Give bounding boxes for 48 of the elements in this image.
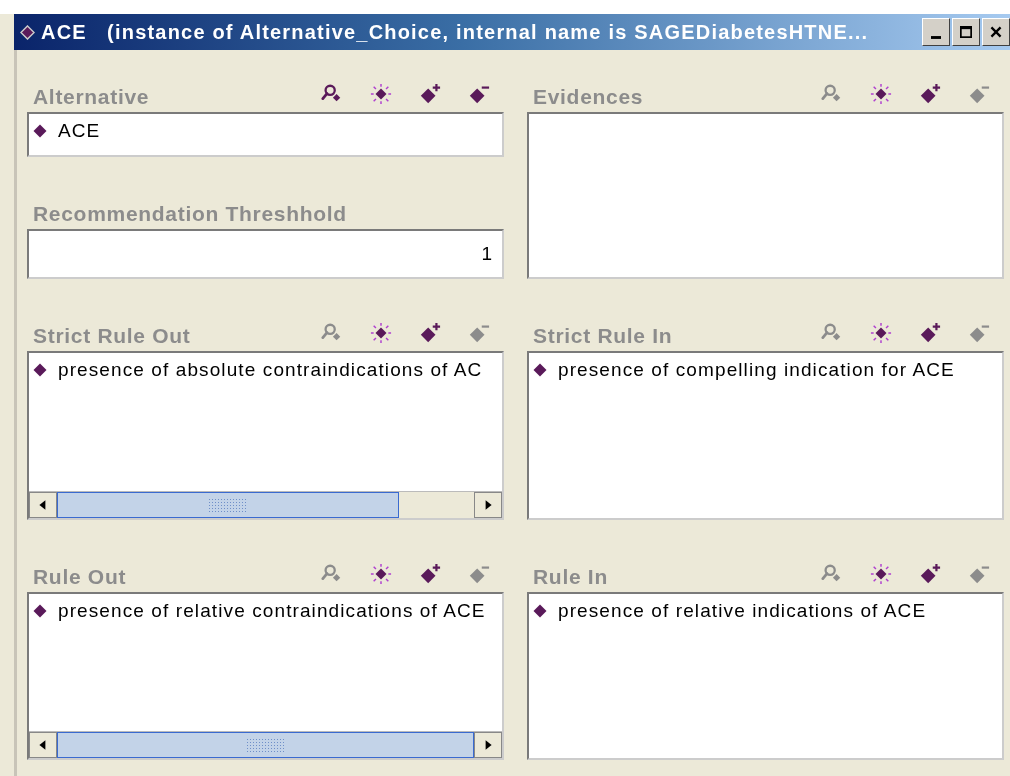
list-item[interactable]: presence of relative contraindications of ACE [58,600,486,622]
close-icon [988,24,1004,40]
diamond-icon [33,363,47,377]
field-label: Evidences [532,85,644,109]
horizontal-scrollbar[interactable] [29,731,502,758]
diamond-icon [533,604,547,618]
add-icon[interactable] [919,563,941,585]
maximize-icon [958,24,974,40]
scroll-thumb[interactable] [57,732,474,758]
minimize-icon [931,35,941,39]
view-icon[interactable] [870,83,892,105]
view-icon[interactable] [370,563,392,585]
field-label: Rule Out [32,565,127,589]
view-icon[interactable] [870,322,892,344]
window-title: ACE (instance of Alternative_Choice, internal name is SAGEDiabetesHTNE... [41,20,870,44]
field-label: Rule In [532,565,608,589]
value-list[interactable]: presence of relative contraindications of ACE [27,592,504,760]
add-icon[interactable] [919,322,941,344]
field-label: Strict Rule Out [32,324,191,348]
add-icon[interactable] [419,563,441,585]
view-icon[interactable] [370,83,392,105]
add-icon[interactable] [419,322,441,344]
list-item[interactable]: presence of compelling indication for ACE [558,359,955,381]
diamond-icon [533,363,547,377]
close-button[interactable] [982,18,1010,46]
minimize-button[interactable] [922,18,950,46]
threshold-field[interactable]: 1 [27,229,504,279]
maximize-button[interactable] [952,18,980,46]
value-list[interactable]: presence of relative indications of ACE [527,592,1004,760]
field-label: Strict Rule In [532,324,673,348]
diamond-icon [20,24,35,40]
horizontal-scrollbar[interactable] [29,491,502,518]
remove-icon[interactable] [468,83,490,105]
scroll-thumb[interactable] [57,492,399,518]
diamond-icon [33,604,47,618]
value-list[interactable]: ACE [27,112,504,157]
value-list[interactable]: presence of absolute contraindications of AC [27,351,504,520]
list-item[interactable]: presence of relative indications of ACE [558,600,927,622]
list-item[interactable]: presence of absolute contraindications of AC [58,359,483,381]
field-label: Alternative [32,85,150,109]
add-icon[interactable] [919,83,941,105]
list-item[interactable]: ACE [58,120,101,142]
add-icon[interactable] [419,83,441,105]
field-label: Recommendation Threshhold [32,202,347,226]
view-icon[interactable] [370,322,392,344]
value-list[interactable]: presence of compelling indication for ACE [527,351,1004,520]
diamond-icon [33,124,47,138]
view-icon[interactable] [870,563,892,585]
